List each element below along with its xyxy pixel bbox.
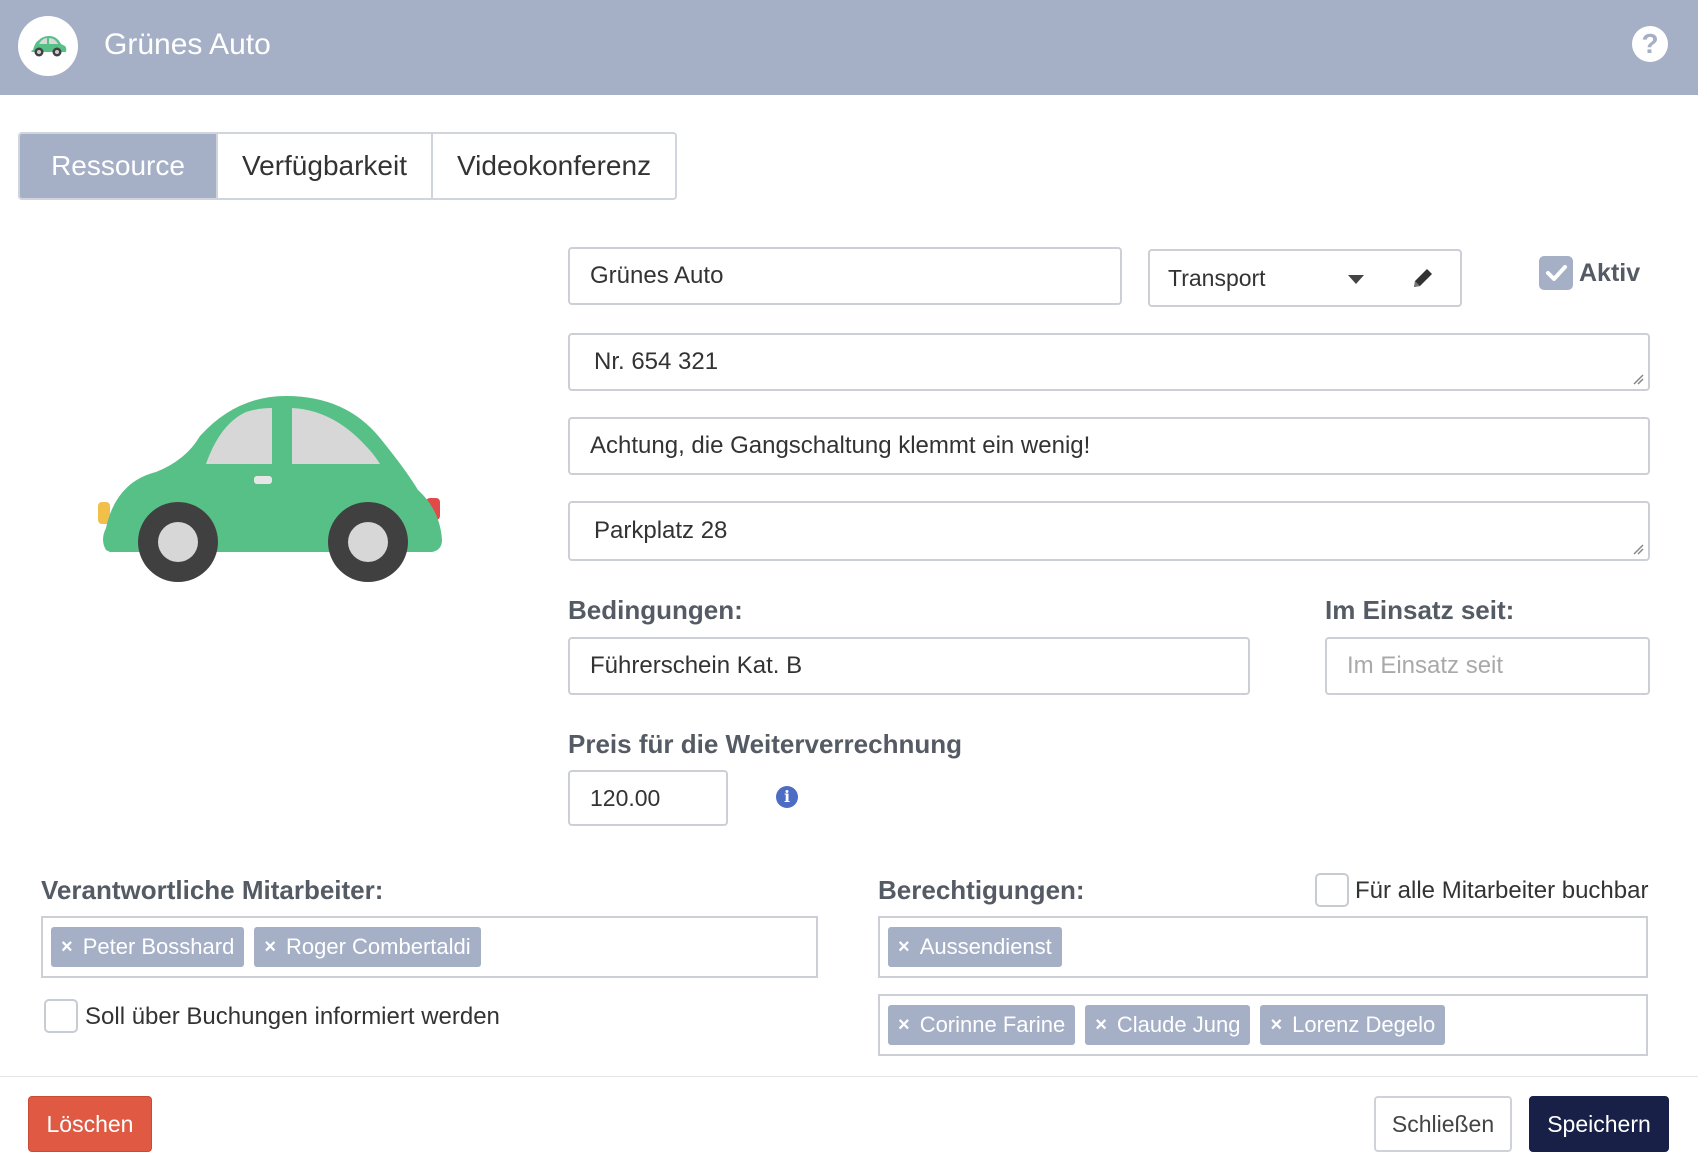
notify-label: Soll über Buchungen informiert werden (85, 1003, 500, 1030)
number-value: Nr. 654 321 (594, 348, 719, 375)
tab-videokonferenz[interactable]: Videokonferenz (433, 134, 676, 198)
responsible-tag: × Roger Combertaldi (254, 927, 481, 967)
tag-label: Aussendienst (919, 934, 1052, 959)
tag-label: Lorenz Degelo (1292, 1012, 1436, 1037)
save-button[interactable]: Speichern (1529, 1096, 1669, 1152)
location-textarea[interactable]: Parkplatz 28 (568, 501, 1650, 561)
checkmark-icon (1546, 265, 1567, 281)
footer-divider (0, 1076, 1698, 1077)
remove-tag-icon[interactable]: × (264, 936, 276, 959)
location-value: Parkplatz 28 (594, 517, 728, 544)
tag-label: Corinne Farine (919, 1012, 1066, 1037)
tab-ressource[interactable]: Ressource (20, 134, 218, 198)
category-value: Transport (1168, 264, 1266, 291)
aktiv-label: Aktiv (1579, 259, 1641, 287)
remove-tag-icon[interactable]: × (61, 936, 73, 959)
dialog-header: Grünes Auto ? (0, 0, 1698, 95)
tab-bar: Ressource Verfügbarkeit Videokonferenz (18, 132, 678, 200)
tag-label: Roger Combertaldi (286, 934, 471, 959)
dialog-title: Grünes Auto (104, 28, 271, 61)
person-tag: × Claude Jung (1085, 1005, 1251, 1045)
remove-tag-icon[interactable]: × (1270, 1014, 1282, 1037)
aktiv-checkbox[interactable] (1539, 256, 1573, 290)
permission-people-tagbox[interactable]: × Corinne Farine × Claude Jung × Lorenz … (878, 994, 1648, 1056)
delete-button[interactable]: Löschen (28, 1096, 152, 1152)
responsible-tagbox[interactable]: × Peter Bosshard × Roger Combertaldi (41, 916, 818, 978)
conditions-label: Bedingungen: (568, 595, 743, 625)
price-input[interactable]: 120.00 (568, 770, 728, 826)
resource-avatar (18, 16, 78, 76)
caret-down-icon (1348, 275, 1364, 284)
resize-grip-icon (1633, 374, 1644, 385)
in-use-label: Im Einsatz seit: (1325, 595, 1515, 625)
resize-grip-icon (1633, 544, 1644, 555)
help-icon[interactable]: ? (1632, 26, 1668, 62)
responsible-label: Verantwortliche Mitarbeiter: (41, 875, 384, 905)
all-staff-label: Für alle Mitarbeiter buchbar (1355, 877, 1649, 904)
car-icon (31, 36, 67, 57)
name-input[interactable]: Grünes Auto (568, 247, 1122, 305)
note-input[interactable]: Achtung, die Gangschaltung klemmt ein we… (568, 417, 1650, 475)
resource-image[interactable] (96, 390, 456, 590)
pencil-icon (1414, 269, 1432, 287)
tab-verfuegbarkeit[interactable]: Verfügbarkeit (218, 134, 433, 198)
permissions-label: Berechtigungen: (878, 875, 1085, 905)
price-label: Preis für die Weiterverrechnung (568, 729, 962, 759)
responsible-tag: × Peter Bosshard (51, 927, 245, 967)
conditions-input[interactable]: Führerschein Kat. B (568, 637, 1250, 695)
tag-label: Claude Jung (1116, 1012, 1241, 1037)
permission-groups-tagbox[interactable]: × Aussendienst (878, 916, 1648, 978)
number-textarea[interactable]: Nr. 654 321 (568, 333, 1650, 391)
remove-tag-icon[interactable]: × (898, 1014, 910, 1037)
in-use-input[interactable]: Im Einsatz seit (1325, 637, 1650, 695)
all-staff-checkbox[interactable] (1315, 873, 1349, 907)
remove-tag-icon[interactable]: × (898, 936, 910, 959)
notify-checkbox[interactable] (44, 999, 78, 1033)
person-tag: × Corinne Farine (888, 1005, 1076, 1045)
person-tag: × Lorenz Degelo (1260, 1005, 1446, 1045)
tag-label: Peter Bosshard (82, 934, 235, 959)
edit-category-button[interactable] (1386, 249, 1462, 307)
info-icon[interactable]: i (776, 786, 798, 808)
group-tag: × Aussendienst (888, 927, 1062, 967)
category-select[interactable]: Transport (1148, 249, 1388, 307)
close-button[interactable]: Schließen (1374, 1096, 1512, 1152)
remove-tag-icon[interactable]: × (1095, 1014, 1107, 1037)
